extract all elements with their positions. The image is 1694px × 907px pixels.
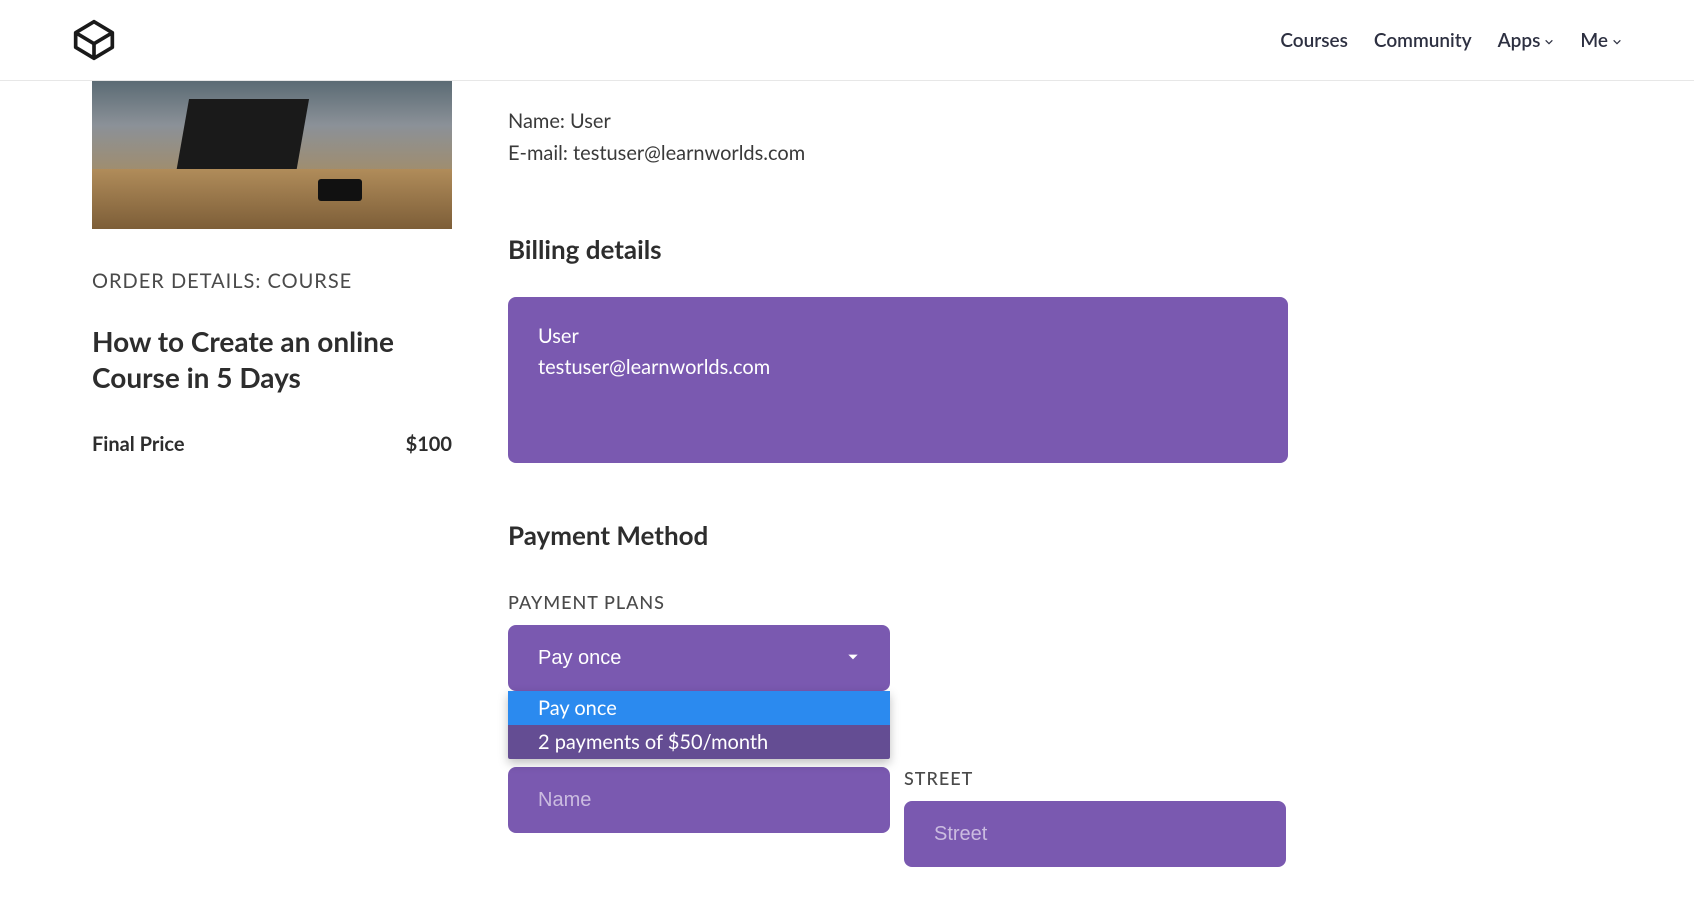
nav-courses-label: Courses <box>1280 29 1348 52</box>
sidebar: ORDER DETAILS: COURSE How to Create an o… <box>0 81 452 867</box>
payment-plan-select-button[interactable]: Pay once <box>508 625 890 691</box>
street-input[interactable] <box>904 801 1286 867</box>
nav-apps[interactable]: Apps <box>1498 29 1555 52</box>
payment-plan-selected: Pay once <box>538 647 621 670</box>
chevron-down-icon <box>1544 29 1554 52</box>
chevron-down-icon <box>1612 29 1622 52</box>
payment-heading: Payment Method <box>508 519 1494 551</box>
price-row: Final Price $100 <box>92 432 452 456</box>
order-details-label: ORDER DETAILS: COURSE <box>92 269 452 293</box>
top-bar: Courses Community Apps Me <box>0 0 1694 81</box>
street-input-col: STREET <box>904 767 1286 867</box>
account-email-value: testuser@learnworlds.com <box>573 141 805 165</box>
account-email-line: E-mail: testuser@learnworlds.com <box>508 137 1494 169</box>
final-price-value: $100 <box>406 432 452 456</box>
nav-me-label: Me <box>1580 29 1608 52</box>
payment-plan-option-installments[interactable]: 2 payments of $50/month <box>508 725 890 759</box>
billing-card-name: User <box>538 321 1258 352</box>
account-email-label: E-mail: <box>508 141 568 165</box>
account-name-value: User <box>570 109 611 133</box>
payment-plan-dropdown: Pay once 2 payments of $50/month <box>508 691 890 759</box>
final-price-label: Final Price <box>92 432 185 456</box>
payment-plans-label: PAYMENT PLANS <box>508 591 1494 613</box>
nav-me[interactable]: Me <box>1580 29 1622 52</box>
billing-heading: Billing details <box>508 233 1494 265</box>
nav-community-label: Community <box>1374 29 1472 52</box>
street-label: STREET <box>904 767 1286 789</box>
nav-community[interactable]: Community <box>1374 29 1472 52</box>
name-input[interactable] <box>508 767 890 833</box>
course-thumbnail <box>92 81 452 229</box>
nav-apps-label: Apps <box>1498 29 1541 52</box>
nav-courses[interactable]: Courses <box>1280 29 1348 52</box>
account-name-line: Name: User <box>508 105 1494 137</box>
billing-card[interactable]: User testuser@learnworlds.com <box>508 297 1288 463</box>
account-name-label: Name: <box>508 109 565 133</box>
billing-inputs-row: STREET <box>508 767 1494 867</box>
name-input-col <box>508 767 890 867</box>
payment-plan-option-pay-once[interactable]: Pay once <box>508 691 890 725</box>
payment-plan-select: Pay once Pay once 2 payments of $50/mont… <box>508 625 890 691</box>
main-column: Name: User E-mail: testuser@learnworlds.… <box>452 81 1694 867</box>
logo[interactable] <box>72 18 116 62</box>
billing-card-email: testuser@learnworlds.com <box>538 352 1258 383</box>
content: ORDER DETAILS: COURSE How to Create an o… <box>0 81 1694 907</box>
main-nav: Courses Community Apps Me <box>1280 29 1622 52</box>
logo-icon <box>72 18 116 62</box>
course-title: How to Create an online Course in 5 Days <box>92 323 442 396</box>
chevron-down-icon <box>846 647 860 670</box>
